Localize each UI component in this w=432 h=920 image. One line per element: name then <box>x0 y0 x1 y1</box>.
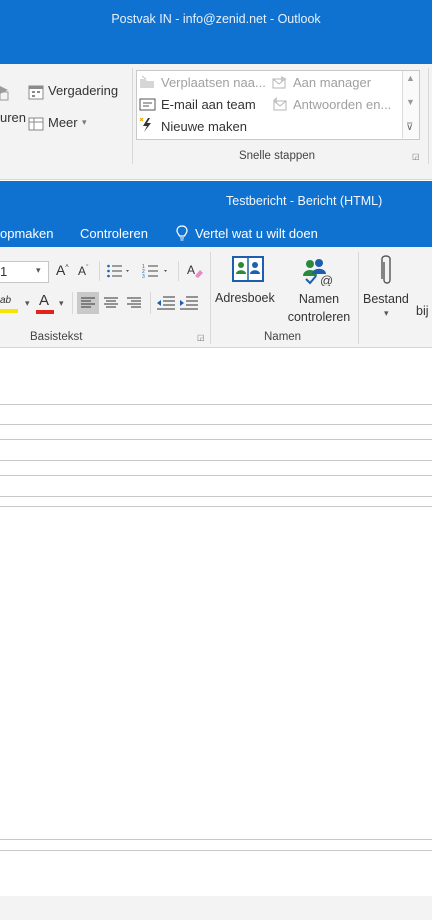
highlighter-icon: ab <box>0 295 12 306</box>
scroll-down-icon[interactable]: ▼ <box>406 97 415 107</box>
body-bottom-divider <box>0 839 432 840</box>
increase-indent-icon[interactable] <box>180 296 198 310</box>
chevron-down-icon[interactable]: ▾ <box>59 298 64 309</box>
header-field-divider <box>0 460 432 461</box>
compose-window-title: Testbericht - Bericht (HTML) <box>226 194 383 208</box>
quick-step-label: E-mail aan team <box>161 97 256 112</box>
header-field-divider <box>0 439 432 440</box>
message-body-editor[interactable] <box>0 507 432 839</box>
dialog-launcher-icon[interactable]: ◲ <box>412 152 420 161</box>
align-right-icon[interactable] <box>127 297 141 309</box>
reply-mail-icon <box>273 97 287 111</box>
font-color-swatch <box>36 310 54 314</box>
tell-me-text: Vertel wat u wilt doen <box>195 226 318 241</box>
shrink-font-icon[interactable]: Aˇ <box>78 264 88 278</box>
quick-step-create-new[interactable]: Nieuwe maken <box>139 117 269 135</box>
names-caption: Namen <box>264 331 302 343</box>
highlight-color-swatch <box>0 309 18 313</box>
ribbon-separator <box>150 292 151 314</box>
quick-step-email-team[interactable]: E-mail aan team <box>139 96 269 114</box>
attach-file-button[interactable]: Bestand ▾ <box>360 252 416 322</box>
grow-font-icon[interactable]: A^ <box>56 262 69 278</box>
ribbon-separator <box>210 252 211 344</box>
main-title-bar <box>0 0 432 64</box>
bullets-icon[interactable] <box>106 263 132 279</box>
paperclip-icon <box>381 255 391 284</box>
forward-mail-icon <box>272 76 287 89</box>
partial-envelope-icon <box>0 86 9 101</box>
header-field-divider <box>0 424 432 425</box>
font-color-button[interactable]: A <box>36 292 56 314</box>
chevron-down-icon: ▾ <box>384 308 389 318</box>
font-size-value: 1 <box>0 264 8 279</box>
align-center-icon[interactable] <box>104 297 118 309</box>
quick-steps-caption: Snelle stappen <box>238 150 316 162</box>
dialog-launcher-icon[interactable]: ◲ <box>197 333 205 342</box>
quick-step-to-manager[interactable]: Aan manager <box>272 74 400 92</box>
status-bar <box>0 896 432 920</box>
ribbon-separator <box>178 261 179 281</box>
chevron-down-icon[interactable]: ▾ <box>25 298 30 309</box>
font-size-select[interactable]: 1 ▾ <box>0 261 49 283</box>
check-names-button[interactable]: @ Namen controleren <box>283 252 355 328</box>
decrease-indent-icon[interactable] <box>157 296 175 310</box>
ribbon-separator <box>72 292 73 314</box>
quick-step-reply-delete[interactable]: Antwoorden en... <box>272 96 400 114</box>
body-bottom-divider <box>0 850 432 851</box>
clear-formatting-icon[interactable]: A <box>186 262 204 280</box>
check-names-label-line1: Namen <box>298 292 340 306</box>
header-field-divider <box>0 496 432 497</box>
quick-step-label: Verplaatsen naa... <box>161 75 266 90</box>
font-color-icon: A <box>39 292 50 309</box>
more-button[interactable]: Meer ▾ <box>28 114 98 134</box>
attach-file-label: Bestand <box>363 292 409 306</box>
ribbon-separator <box>99 261 100 281</box>
ribbon-separator <box>132 68 133 164</box>
tell-me-box[interactable]: Vertel wat u wilt doen <box>176 225 336 243</box>
lightning-new-icon <box>139 117 151 132</box>
quick-step-label: Nieuwe maken <box>161 119 247 134</box>
gallery-expand-icon[interactable]: ⊽ <box>406 122 413 133</box>
ribbon-separator <box>428 68 429 164</box>
header-field-divider <box>0 475 432 476</box>
header-field-divider <box>0 404 432 405</box>
meeting-label: Vergadering <box>48 83 119 98</box>
more-dropdown-icon: ▾ <box>82 117 87 127</box>
calendar-meeting-icon <box>28 85 44 100</box>
lightbulb-icon <box>176 225 188 241</box>
more-grid-icon <box>28 117 44 131</box>
address-book-button[interactable]: Adresboek <box>213 252 283 312</box>
check-names-label-line2: controleren <box>287 310 351 324</box>
tab-format-text[interactable]: opmaken <box>0 226 53 241</box>
quick-step-label: Aan manager <box>293 75 372 90</box>
email-team-icon <box>139 98 156 111</box>
align-left-button[interactable] <box>77 292 99 314</box>
meeting-button[interactable]: Vergadering <box>28 82 130 102</box>
numbering-icon[interactable]: 1 2 3 <box>142 263 172 279</box>
partial-left-label: uren <box>0 110 27 125</box>
address-book-label: Adresboek <box>215 291 275 305</box>
tab-review[interactable]: Controleren <box>80 226 148 241</box>
move-folder-icon <box>140 75 154 88</box>
check-names-icon: @ <box>303 259 333 286</box>
attach-item-partial-label: bij <box>416 304 429 318</box>
more-label: Meer <box>48 115 78 130</box>
main-window-title: Postvak IN - info@zenid.net - Outlook <box>111 12 321 26</box>
basic-text-caption: Basistekst <box>30 331 83 343</box>
quick-step-label: Antwoorden en... <box>293 97 392 112</box>
svg-text:@: @ <box>320 273 333 286</box>
svg-text:A: A <box>187 263 195 277</box>
highlight-color-button[interactable]: ab <box>0 294 22 314</box>
quick-steps-scrollbar[interactable]: ▲ ▼ ⊽ <box>402 71 419 138</box>
quick-step-move[interactable]: Verplaatsen naa... <box>139 74 269 92</box>
chevron-down-icon: ▾ <box>36 265 41 275</box>
svg-text:3: 3 <box>142 274 145 279</box>
address-book-icon <box>232 256 264 282</box>
scroll-up-icon[interactable]: ▲ <box>406 73 415 83</box>
ribbon-separator <box>358 252 359 344</box>
align-left-icon <box>81 297 95 308</box>
